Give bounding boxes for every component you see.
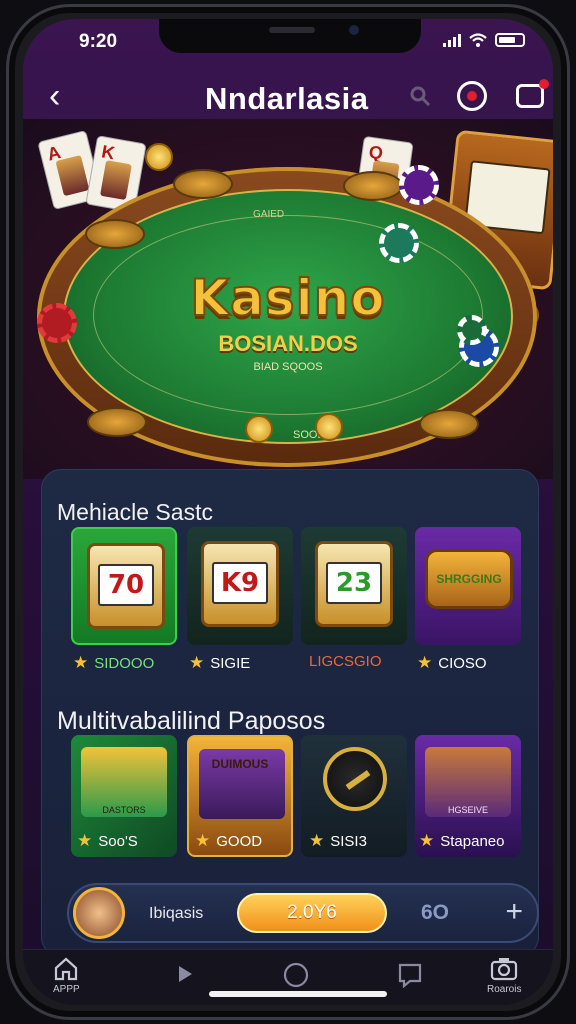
game-emblem-icon: SHRGGING — [425, 549, 513, 609]
camera-icon — [491, 958, 518, 981]
hero-banner[interactable]: A K Q GAIED Kasino BOSIAN.DOS BIAD SQOOS — [23, 119, 553, 479]
home-icon — [55, 957, 78, 981]
star-icon: ★ — [195, 831, 211, 850]
chat-icon[interactable] — [455, 79, 489, 113]
section-title: Mehiacle Sastc — [57, 499, 213, 525]
section-title: Multitvabalilind Paposos — [57, 707, 326, 735]
slot-game-tile[interactable]: SHRGGING — [415, 527, 521, 645]
star-icon: ★ — [189, 653, 205, 672]
table-post — [419, 409, 479, 439]
nav-play[interactable] — [175, 964, 195, 984]
player-bar: Ibiqasis 2.0Y6 6O + — [67, 883, 539, 943]
tile-label: LIGCSGIO — [309, 653, 382, 670]
avatar[interactable] — [73, 887, 125, 939]
search-icon[interactable] — [403, 79, 437, 113]
star-icon: ★ — [77, 831, 93, 850]
player-name: Ibiqasis — [149, 905, 204, 922]
slot-game-tile[interactable]: K9 — [187, 527, 293, 645]
sword-badge-icon — [323, 747, 387, 811]
status-icons — [443, 33, 525, 47]
signal-icon — [443, 33, 461, 47]
slot-game-tile[interactable]: 70 — [71, 527, 177, 645]
slot-reel-icon: K9 — [201, 541, 279, 627]
table-post — [87, 407, 147, 437]
battery-icon — [495, 33, 525, 47]
back-arrow-icon[interactable]: ‹ — [49, 77, 60, 116]
phone-frame: 9:20 ‹ Nndarlasia A K Q GAIED Kasino BOS… — [6, 4, 570, 1020]
coin-icon — [145, 143, 173, 171]
notification-badge — [539, 79, 549, 89]
status-time: 9:20 — [79, 31, 118, 52]
tile-label: ★ SISI3 — [309, 831, 367, 850]
slot-reel-icon: 70 — [87, 543, 165, 629]
screen: 9:20 ‹ Nndarlasia A K Q GAIED Kasino BOS… — [23, 19, 553, 1005]
star-icon: ★ — [417, 653, 433, 672]
poker-chip-icon — [399, 165, 439, 205]
message-icon — [398, 963, 422, 988]
secondary-balance: 6O — [421, 901, 450, 924]
hero-small-text: BIAD SQOOS — [253, 361, 323, 373]
gift-icon[interactable] — [513, 79, 549, 113]
wifi-icon — [469, 33, 487, 47]
home-indicator[interactable] — [209, 991, 387, 997]
play-icon — [179, 966, 192, 982]
nav-home[interactable]: APPP — [53, 956, 80, 995]
slot-game-tile[interactable]: 23 — [301, 527, 407, 645]
tile-label: ★ GOOD — [195, 831, 263, 850]
tile-caption: DUIMOUS — [211, 757, 269, 771]
felt-top-text: GAIED — [253, 209, 285, 220]
nav-center[interactable] — [283, 962, 309, 988]
star-icon: ★ — [419, 831, 435, 850]
tile-label: ★ Stapaneo — [419, 831, 505, 850]
table-post — [343, 171, 403, 201]
tile-caption: DASTORS — [102, 805, 146, 815]
tile-caption: HGSEIVE — [447, 805, 488, 815]
app-title: Nndarlasia — [205, 81, 369, 116]
table-post — [85, 219, 145, 249]
hero-logo: Kasino — [189, 268, 386, 328]
star-icon: ★ — [309, 831, 325, 850]
coin-icon — [245, 415, 273, 443]
coin-icon — [315, 413, 343, 441]
tile-label: ★ Soo'S — [77, 831, 138, 850]
tile-label: ★ SIGIE — [189, 653, 251, 672]
poker-chip-icon — [379, 223, 419, 263]
hero-subtitle: BOSIAN.DOS — [218, 331, 358, 356]
status-bar: 9:20 — [23, 27, 553, 55]
app-bar: ‹ Nndarlasia — [23, 67, 553, 125]
add-funds-icon[interactable]: + — [505, 895, 523, 929]
nav-messages[interactable] — [397, 962, 423, 988]
tile-label: ★ SIDOOO — [73, 653, 155, 672]
circle-icon — [283, 962, 309, 988]
tile-label: ★ CIOSO — [417, 653, 487, 672]
nav-camera[interactable]: Roarois — [487, 956, 521, 995]
slot-reel-icon: 23 — [315, 541, 393, 627]
star-icon: ★ — [73, 653, 89, 672]
balance-button[interactable]: 2.0Y6 — [237, 893, 387, 933]
table-post — [173, 169, 233, 199]
